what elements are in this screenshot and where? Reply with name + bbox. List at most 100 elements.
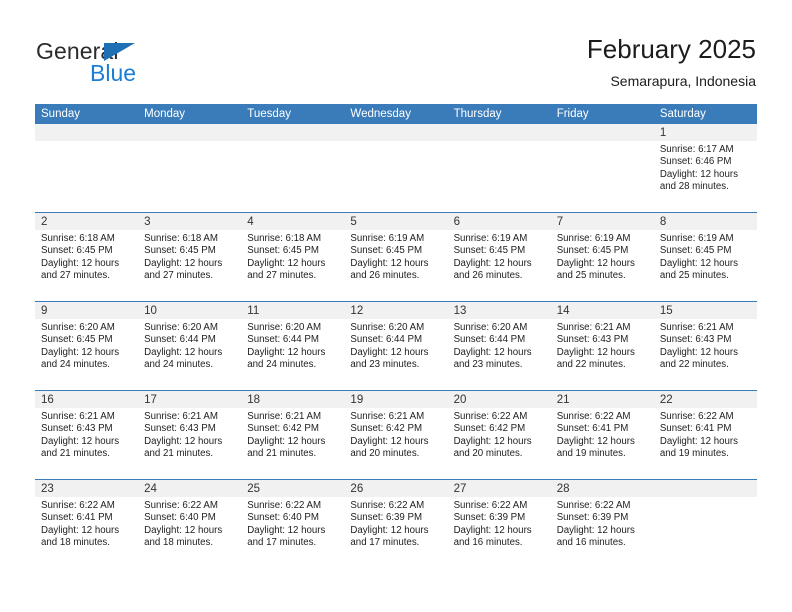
day-cell[interactable]: 28 Sunrise: 6:22 AM Sunset: 6:39 PM Dayligh… (550, 480, 654, 568)
day-number: 20 (447, 391, 551, 408)
day-cell[interactable]: 11 Sunrise: 6:20 AM Sunset: 6:44 PM Dayligh… (241, 302, 345, 390)
day-details: Sunrise: 6:21 AM Sunset: 6:43 PM Daylight:… (551, 319, 654, 372)
day-number: 11 (241, 302, 345, 319)
daylight-text-line1: Daylight: 12 hours (556, 524, 635, 536)
calendar-grid: Sunday Monday Tuesday Wednesday Thursday… (35, 104, 757, 568)
sunrise-text: Sunrise: 6:19 AM (350, 233, 425, 244)
weekday-header-monday: Monday (144, 108, 186, 120)
daylight-text-line2: and 25 minutes. (659, 270, 729, 282)
sunset-text: Sunset: 6:46 PM (659, 156, 732, 168)
day-details: Sunrise: 6:20 AM Sunset: 6:44 PM Daylight:… (138, 319, 241, 372)
day-number: 23 (35, 480, 139, 497)
day-cell[interactable]: 18 Sunrise: 6:21 AM Sunset: 6:42 PM Dayligh… (241, 391, 345, 479)
day-cell[interactable]: 20 Sunrise: 6:22 AM Sunset: 6:42 PM Dayligh… (447, 391, 551, 479)
day-number (550, 124, 654, 141)
day-details: Sunrise: 6:19 AM Sunset: 6:45 PM Daylight:… (551, 230, 654, 283)
day-details: Sunrise: 6:21 AM Sunset: 6:43 PM Daylight:… (654, 319, 757, 372)
sunrise-text: Sunrise: 6:19 AM (453, 233, 528, 244)
day-cell[interactable]: 8 Sunrise: 6:19 AM Sunset: 6:45 PM Daylight… (653, 213, 757, 301)
day-number: 9 (35, 302, 139, 319)
sunrise-text: Sunrise: 6:21 AM (144, 411, 218, 422)
day-cell[interactable]: 2 Sunrise: 6:18 AM Sunset: 6:45 PM Daylight… (35, 213, 139, 301)
daylight-text-line2: and 24 minutes. (247, 359, 317, 371)
sunrise-text: Sunrise: 6:20 AM (41, 322, 115, 333)
day-number: 22 (653, 391, 757, 408)
sunset-text: Sunset: 6:42 PM (453, 423, 526, 435)
day-cell[interactable]: 6 Sunrise: 6:19 AM Sunset: 6:45 PM Daylight… (447, 213, 551, 301)
day-cell-empty (653, 480, 757, 568)
daylight-text-line1: Daylight: 12 hours (453, 257, 532, 269)
daylight-text-line1: Daylight: 12 hours (556, 435, 635, 447)
sunset-text: Sunset: 6:45 PM (659, 245, 732, 257)
day-cell-empty (241, 124, 345, 212)
daylight-text-line2: and 23 minutes. (350, 359, 420, 371)
day-details: Sunrise: 6:22 AM Sunset: 6:39 PM Daylight:… (448, 497, 551, 550)
daylight-text-line2: and 18 minutes. (144, 537, 214, 549)
week-row: 2 Sunrise: 6:18 AM Sunset: 6:45 PM Daylight… (35, 212, 757, 301)
weekday-header-thursday: Thursday (453, 108, 502, 120)
day-cell-empty (138, 124, 242, 212)
day-cell[interactable]: 1 Sunrise: 6:17 AM Sunset: 6:46 PM Daylight… (653, 124, 757, 212)
page-header: General Blue February 2025 Semarapura, I… (0, 0, 792, 104)
page-title: February 2025 (586, 34, 756, 64)
sunrise-text: Sunrise: 6:22 AM (247, 500, 322, 511)
day-cell[interactable]: 23 Sunrise: 6:22 AM Sunset: 6:41 PM Dayligh… (35, 480, 139, 568)
daylight-text-line1: Daylight: 12 hours (247, 435, 326, 447)
general-blue-logo[interactable]: General Blue (36, 38, 236, 88)
sunset-text: Sunset: 6:41 PM (659, 423, 732, 435)
day-cell[interactable]: 19 Sunrise: 6:21 AM Sunset: 6:42 PM Dayligh… (344, 391, 448, 479)
daylight-text-line1: Daylight: 12 hours (350, 257, 429, 269)
day-details: Sunrise: 6:17 AM Sunset: 6:46 PM Daylight:… (654, 141, 757, 194)
day-cell[interactable]: 24 Sunrise: 6:22 AM Sunset: 6:40 PM Dayligh… (138, 480, 242, 568)
day-number: 16 (35, 391, 139, 408)
sunset-text: Sunset: 6:43 PM (659, 334, 732, 346)
day-cell[interactable]: 15 Sunrise: 6:21 AM Sunset: 6:43 PM Dayligh… (653, 302, 757, 390)
daylight-text-line1: Daylight: 12 hours (556, 346, 635, 358)
day-cell[interactable]: 22 Sunrise: 6:22 AM Sunset: 6:41 PM Dayligh… (653, 391, 757, 479)
day-number: 28 (550, 480, 654, 497)
daylight-text-line1: Daylight: 12 hours (453, 346, 532, 358)
daylight-text-line1: Daylight: 12 hours (350, 435, 429, 447)
day-cell[interactable]: 21 Sunrise: 6:22 AM Sunset: 6:41 PM Dayligh… (550, 391, 654, 479)
day-cell[interactable]: 25 Sunrise: 6:22 AM Sunset: 6:40 PM Dayligh… (241, 480, 345, 568)
day-cell[interactable]: 14 Sunrise: 6:21 AM Sunset: 6:43 PM Dayligh… (550, 302, 654, 390)
day-cell[interactable]: 13 Sunrise: 6:20 AM Sunset: 6:44 PM Dayligh… (447, 302, 551, 390)
daylight-text-line1: Daylight: 12 hours (247, 346, 326, 358)
day-details: Sunrise: 6:22 AM Sunset: 6:40 PM Daylight:… (138, 497, 241, 550)
day-cell[interactable]: 9 Sunrise: 6:20 AM Sunset: 6:45 PM Daylight… (35, 302, 139, 390)
day-cell[interactable]: 16 Sunrise: 6:21 AM Sunset: 6:43 PM Dayligh… (35, 391, 139, 479)
day-cell[interactable]: 4 Sunrise: 6:18 AM Sunset: 6:45 PM Daylight… (241, 213, 345, 301)
day-number: 21 (550, 391, 654, 408)
weekday-header-friday: Friday (556, 108, 589, 120)
daylight-text-line1: Daylight: 12 hours (659, 346, 738, 358)
day-cell[interactable]: 7 Sunrise: 6:19 AM Sunset: 6:45 PM Daylight… (550, 213, 654, 301)
sunrise-text: Sunrise: 6:22 AM (659, 411, 734, 422)
logo-triangle-icon (104, 43, 135, 61)
sunset-text: Sunset: 6:41 PM (556, 423, 629, 435)
day-cell[interactable]: 12 Sunrise: 6:20 AM Sunset: 6:44 PM Dayligh… (344, 302, 448, 390)
day-number: 10 (138, 302, 242, 319)
sunrise-text: Sunrise: 6:22 AM (556, 500, 631, 511)
day-number: 5 (344, 213, 448, 230)
day-cell[interactable]: 3 Sunrise: 6:18 AM Sunset: 6:45 PM Daylight… (138, 213, 242, 301)
weekday-header-sunday: Sunday (41, 108, 81, 120)
day-details: Sunrise: 6:22 AM Sunset: 6:41 PM Daylight:… (35, 497, 138, 550)
day-cell[interactable]: 10 Sunrise: 6:20 AM Sunset: 6:44 PM Dayligh… (138, 302, 242, 390)
sunrise-text: Sunrise: 6:22 AM (350, 500, 425, 511)
day-details: Sunrise: 6:19 AM Sunset: 6:45 PM Daylight:… (344, 230, 447, 283)
sunrise-text: Sunrise: 6:21 AM (350, 411, 425, 422)
day-cell[interactable]: 17 Sunrise: 6:21 AM Sunset: 6:43 PM Dayligh… (138, 391, 242, 479)
day-cell[interactable]: 26 Sunrise: 6:22 AM Sunset: 6:39 PM Dayligh… (344, 480, 448, 568)
day-cell-empty (447, 124, 551, 212)
day-cell[interactable]: 5 Sunrise: 6:19 AM Sunset: 6:45 PM Daylight… (344, 213, 448, 301)
daylight-text-line2: and 17 minutes. (247, 537, 317, 549)
day-number: 6 (447, 213, 551, 230)
daylight-text-line2: and 23 minutes. (453, 359, 523, 371)
day-number: 15 (653, 302, 757, 319)
sunset-text: Sunset: 6:44 PM (144, 334, 216, 346)
daylight-text-line1: Daylight: 12 hours (247, 257, 326, 269)
daylight-text-line2: and 24 minutes. (144, 359, 214, 371)
day-cell[interactable]: 27 Sunrise: 6:22 AM Sunset: 6:39 PM Dayligh… (447, 480, 551, 568)
daylight-text-line1: Daylight: 12 hours (350, 524, 429, 536)
day-details: Sunrise: 6:19 AM Sunset: 6:45 PM Daylight:… (448, 230, 551, 283)
